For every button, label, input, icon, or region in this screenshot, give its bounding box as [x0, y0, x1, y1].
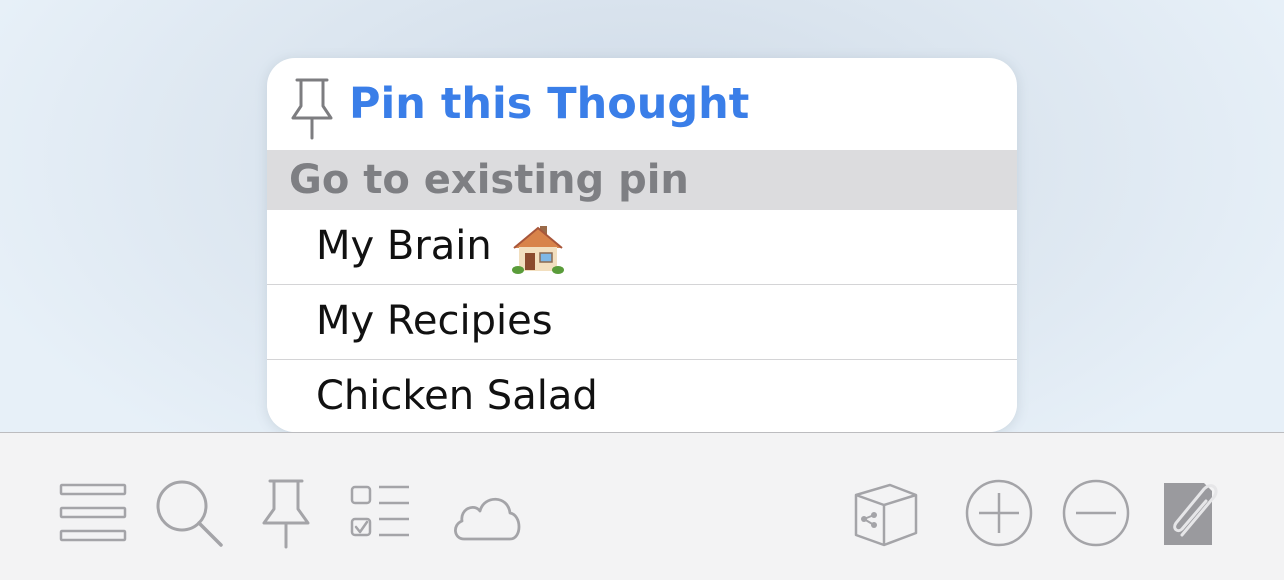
pin-item-my-recipies[interactable]: My Recipies [267, 285, 1017, 360]
section-header: Go to existing pin [267, 150, 1017, 210]
pin-this-thought-label: Pin this Thought [349, 79, 750, 129]
pin-popup-menu: Pin this Thought Go to existing pin My B… [267, 58, 1017, 432]
pin-this-thought-button[interactable]: Pin this Thought [267, 58, 1017, 150]
menu-icon [59, 483, 127, 542]
checklist-button[interactable] [347, 477, 419, 549]
house-emoji-icon [512, 226, 564, 274]
pin-button[interactable] [250, 477, 322, 549]
pin-item-label: My Recipies [316, 298, 553, 344]
cloud-icon [454, 497, 521, 541]
remove-icon [1062, 479, 1130, 547]
pin-item-label: Chicken Salad [316, 373, 598, 419]
attachment-button[interactable] [1156, 477, 1228, 549]
pin-icon [262, 479, 310, 549]
pin-icon [291, 78, 333, 140]
search-icon [156, 480, 223, 547]
menu-button[interactable] [56, 477, 128, 549]
bottom-toolbar [0, 432, 1284, 580]
thought-box-button[interactable] [850, 477, 922, 549]
thought-box-icon [854, 483, 918, 547]
pin-item-chicken-salad[interactable]: Chicken Salad [267, 360, 1017, 432]
remove-button[interactable] [1060, 477, 1132, 549]
cloud-sync-button[interactable] [450, 477, 522, 549]
pin-item-label: My Brain [316, 223, 492, 269]
attachment-icon [1164, 483, 1218, 545]
add-button[interactable] [963, 477, 1035, 549]
section-header-label: Go to existing pin [289, 157, 689, 203]
search-button[interactable] [153, 477, 225, 549]
pin-item-my-brain[interactable]: My Brain [267, 210, 1017, 285]
add-icon [965, 479, 1033, 547]
checklist-icon [350, 485, 409, 537]
